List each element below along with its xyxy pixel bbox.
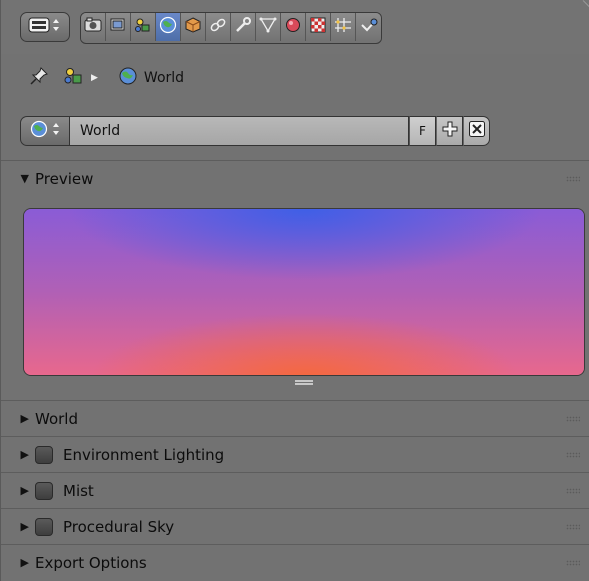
material-icon bbox=[284, 17, 302, 37]
texture-icon bbox=[309, 17, 327, 37]
editor-type-selector[interactable] bbox=[20, 12, 70, 42]
browse-world-button[interactable] bbox=[20, 116, 70, 146]
tab-object-data[interactable] bbox=[256, 13, 281, 41]
tab-world[interactable] bbox=[156, 13, 181, 41]
x-icon bbox=[468, 120, 486, 142]
panel-label: Preview bbox=[35, 169, 94, 188]
tab-object[interactable] bbox=[181, 13, 206, 41]
object-data-icon bbox=[259, 17, 277, 37]
fake-user-button[interactable]: F bbox=[409, 116, 436, 146]
tab-modifiers[interactable] bbox=[231, 13, 256, 41]
chevron-right-icon: ▶ bbox=[91, 73, 98, 83]
world-preview-image bbox=[23, 208, 585, 376]
modifiers-icon bbox=[234, 17, 252, 37]
panel-label: World bbox=[35, 409, 78, 428]
world-icon bbox=[159, 16, 177, 38]
collapsed-triangle-icon: ▶ bbox=[20, 412, 29, 425]
panel-world[interactable]: ▶ World bbox=[1, 400, 589, 436]
drag-handle[interactable] bbox=[566, 524, 580, 530]
context-tabs bbox=[80, 12, 382, 44]
panel-export-options[interactable]: ▶ Export Options bbox=[1, 544, 589, 580]
panel-mist[interactable]: ▶ Mist bbox=[1, 472, 589, 508]
scene-icon bbox=[63, 67, 83, 89]
drag-handle[interactable] bbox=[566, 176, 580, 182]
collapsed-triangle-icon: ▶ bbox=[20, 448, 29, 461]
breadcrumb-world: World bbox=[143, 70, 185, 86]
properties-editor: ▶ World World F ▼ Preview ▶ World ▶ Envi… bbox=[0, 0, 589, 581]
tab-material[interactable] bbox=[281, 13, 306, 41]
new-world-button[interactable] bbox=[436, 116, 463, 146]
pin-icon[interactable] bbox=[29, 66, 49, 90]
environment-lighting-checkbox[interactable] bbox=[35, 445, 53, 464]
tab-physics[interactable] bbox=[356, 13, 381, 41]
world-name-field[interactable]: World bbox=[70, 116, 409, 146]
breadcrumb: ▶ World bbox=[1, 54, 589, 102]
collapsed-triangle-icon: ▶ bbox=[20, 484, 29, 497]
tab-scene[interactable] bbox=[131, 13, 156, 41]
drag-handle[interactable] bbox=[566, 560, 580, 566]
tab-render[interactable] bbox=[81, 13, 106, 41]
collapsed-triangle-icon: ▶ bbox=[20, 556, 29, 569]
object-icon bbox=[184, 17, 202, 37]
physics-icon bbox=[360, 17, 378, 37]
world-datablock: World F bbox=[20, 116, 490, 146]
preview-resize-handle[interactable] bbox=[295, 380, 313, 385]
header-toolbar bbox=[1, 0, 589, 54]
panel-preview[interactable]: ▼ Preview bbox=[1, 160, 589, 196]
panel-label: Mist bbox=[63, 481, 94, 500]
plus-icon bbox=[441, 120, 459, 142]
panel-label: Export Options bbox=[35, 553, 147, 572]
panel-environment-lighting[interactable]: ▶ Environment Lighting bbox=[1, 436, 589, 472]
tab-texture[interactable] bbox=[306, 13, 331, 41]
area-corner-handle[interactable] bbox=[575, 0, 589, 15]
expanded-triangle-icon: ▼ bbox=[20, 172, 29, 185]
panel-procedural-sky[interactable]: ▶ Procedural Sky bbox=[1, 508, 589, 544]
panel-label: Environment Lighting bbox=[63, 445, 225, 464]
panel-label: Procedural Sky bbox=[63, 517, 175, 536]
drag-handle[interactable] bbox=[566, 452, 580, 458]
render-layers-icon bbox=[109, 17, 127, 37]
render-icon bbox=[84, 17, 102, 37]
up-down-arrows-icon bbox=[52, 121, 60, 141]
tab-particles[interactable] bbox=[331, 13, 356, 41]
unlink-world-button[interactable] bbox=[463, 116, 490, 146]
particles-icon bbox=[334, 17, 352, 37]
properties-editor-icon bbox=[28, 16, 62, 38]
constraints-icon bbox=[209, 17, 227, 37]
world-icon bbox=[30, 120, 48, 142]
tab-render-layers[interactable] bbox=[106, 13, 131, 41]
tab-constraints[interactable] bbox=[206, 13, 231, 41]
procedural-sky-checkbox[interactable] bbox=[35, 517, 53, 536]
mist-checkbox[interactable] bbox=[35, 481, 53, 500]
drag-handle[interactable] bbox=[566, 416, 580, 422]
drag-handle[interactable] bbox=[566, 488, 580, 494]
world-icon bbox=[118, 66, 138, 90]
collapsed-triangle-icon: ▶ bbox=[20, 520, 29, 533]
scene-icon bbox=[134, 17, 152, 37]
